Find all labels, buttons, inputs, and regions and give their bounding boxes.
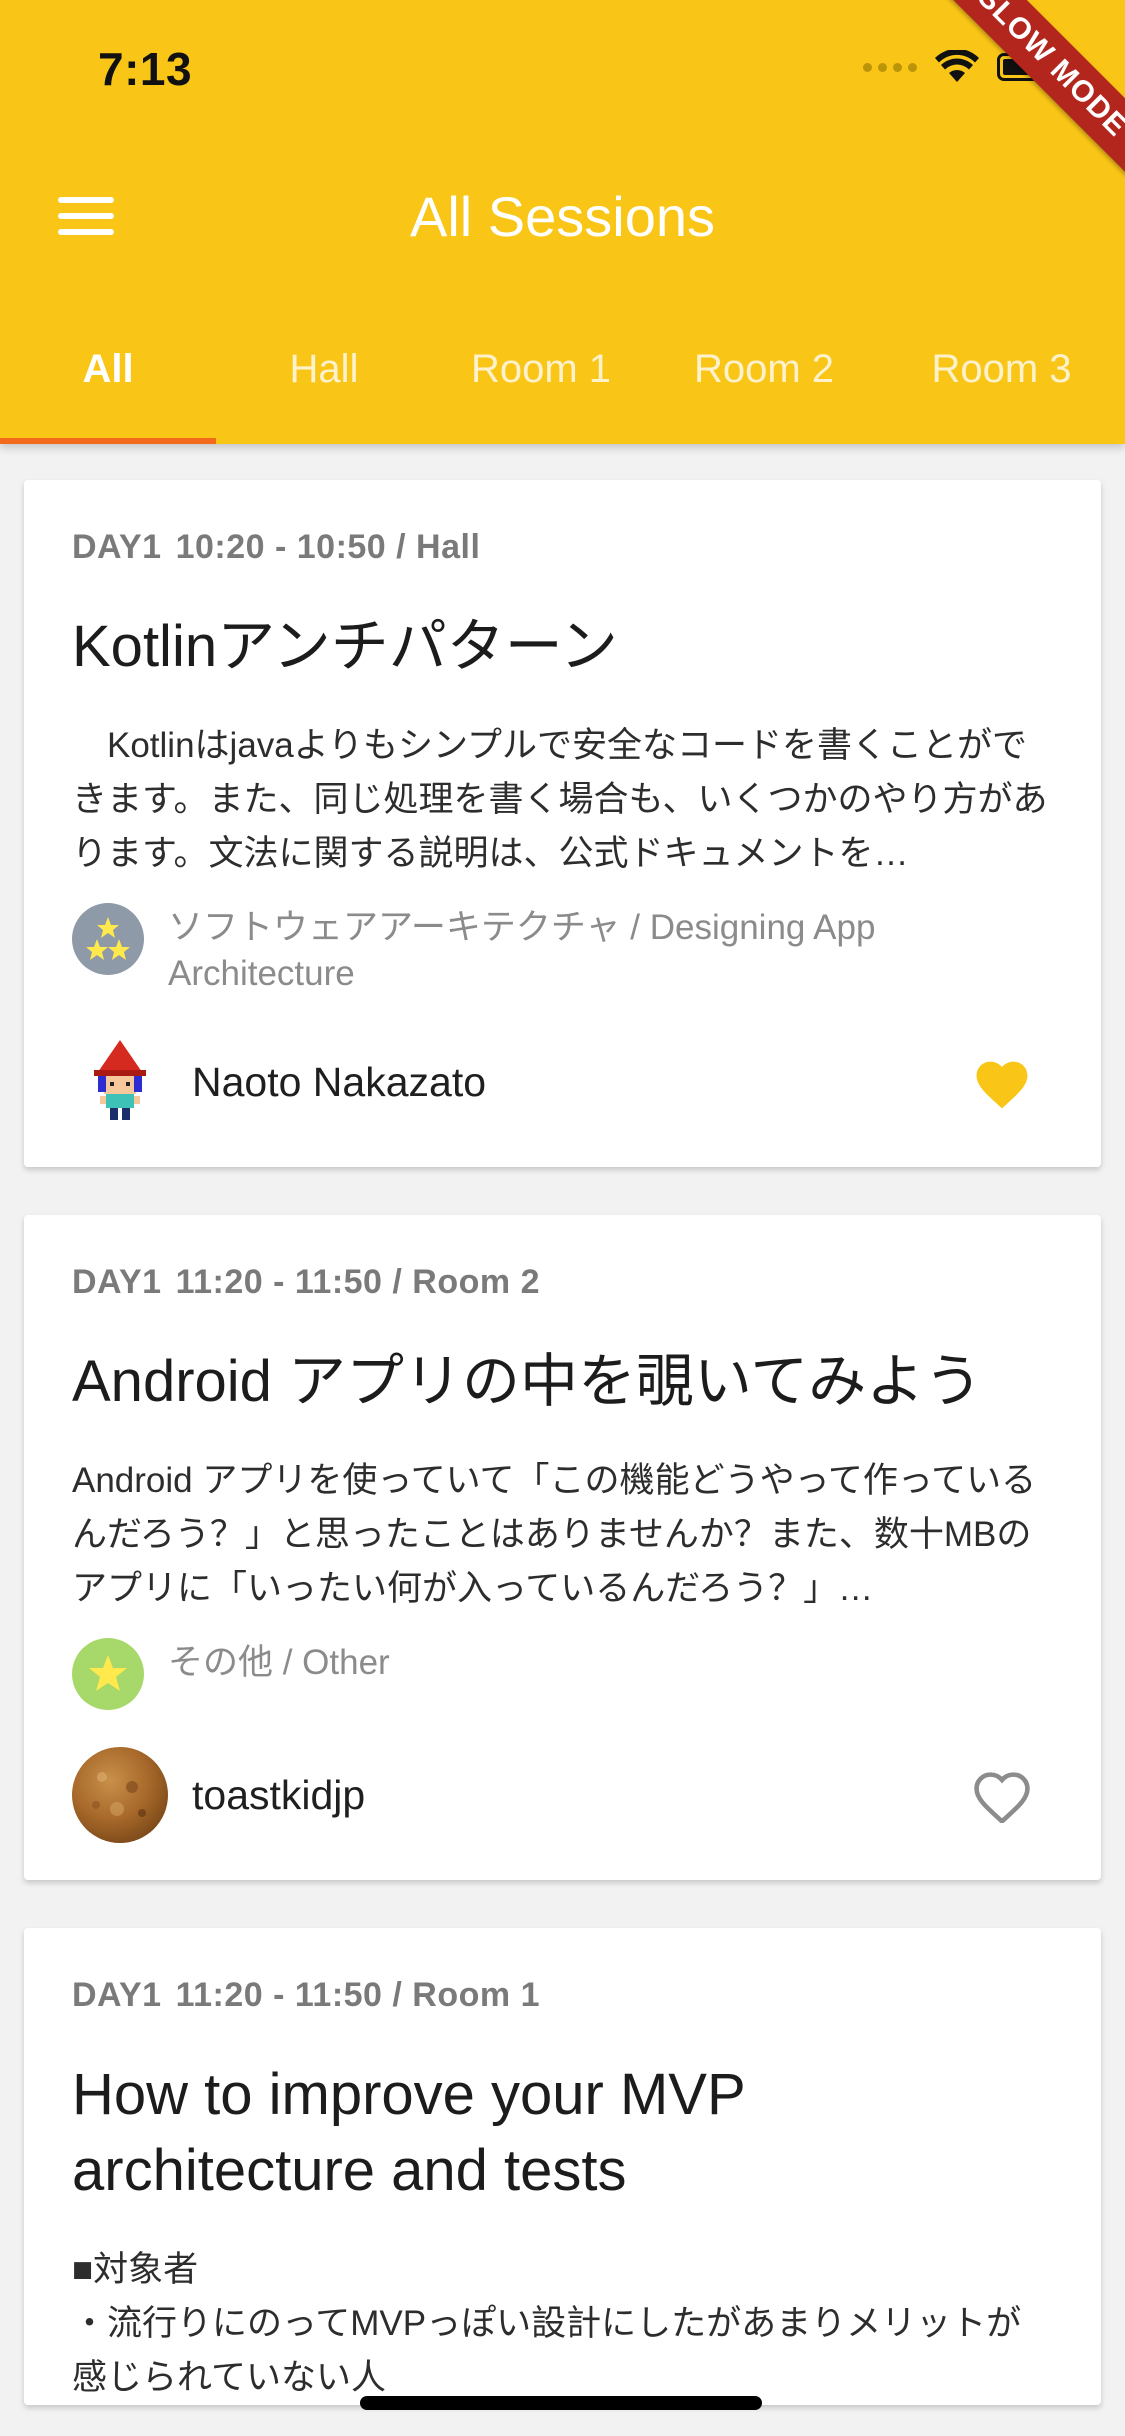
cellular-signal-icon	[863, 62, 917, 72]
heart-outline-icon	[974, 1772, 1030, 1823]
session-description: Kotlinはjavaよりもシンプルで安全なコードを書くことができます。また、同…	[72, 726, 1048, 873]
session-meta: DAY1 11:20 - 11:50 / Room 2	[72, 1263, 1053, 1302]
category-label: その他 / Other	[168, 1643, 390, 1682]
session-title: Kotlinアンチパターン	[72, 614, 618, 679]
session-time-room: 10:20 - 10:50 / Hall	[175, 528, 481, 566]
slow-mode-banner: SLOW MODE	[931, 0, 1125, 183]
session-meta: DAY1 11:20 - 11:50 / Room 1	[72, 1976, 1053, 2015]
two-stars-icon	[72, 903, 144, 975]
page-title: All Sessions	[409, 185, 716, 248]
avatar	[72, 1747, 168, 1843]
session-card[interactable]: DAY1 10:20 - 10:50 / Hall Kotlinアンチパターン K…	[24, 480, 1101, 1167]
tab-all[interactable]: All	[0, 330, 216, 408]
tab-indicator	[0, 438, 216, 444]
session-description: Android アプリを使っていて「この機能どうやって作っているんだろう？」と思…	[72, 1461, 1037, 1608]
speaker-name: Naoto Nakazato	[192, 1058, 487, 1105]
session-day: DAY1	[72, 1263, 162, 1301]
session-title: Android アプリの中を覗いてみよう	[72, 1349, 983, 1414]
session-day: DAY1	[72, 528, 162, 566]
session-list[interactable]: DAY1 10:20 - 10:50 / Hall Kotlinアンチパターン K…	[24, 480, 1101, 2436]
speaker-row: toastkidjp	[72, 1710, 1053, 1880]
home-indicator[interactable]	[360, 2396, 762, 2410]
session-time-room: 11:20 - 11:50 / Room 2	[175, 1263, 540, 1301]
tab-room-1[interactable]: Room 1	[432, 330, 650, 408]
category-label: ソフトウェアアーキテクチャ / Designing App Architectu…	[168, 908, 876, 993]
session-title: How to improve your MVP architecture and…	[72, 2062, 745, 2203]
wifi-icon	[935, 50, 979, 82]
room-tabs: All Hall Room 1 Room 2 Room 3	[0, 330, 1125, 444]
star-icon	[72, 1638, 144, 1710]
favorite-button[interactable]	[967, 1760, 1037, 1830]
tab-room-2[interactable]: Room 2	[650, 330, 878, 408]
favorite-button[interactable]	[967, 1047, 1037, 1117]
tab-room-3[interactable]: Room 3	[878, 330, 1125, 408]
heart-filled-icon	[976, 1061, 1028, 1109]
session-time-room: 11:20 - 11:50 / Room 1	[175, 1976, 540, 2014]
app-header: 7:13 SLOW MODE All Sessions All Hall Roo…	[0, 0, 1125, 444]
app-screen: 7:13 SLOW MODE All Sessions All Hall Roo…	[0, 0, 1125, 2436]
session-category: その他 / Other	[72, 1638, 1053, 1710]
status-time: 7:13	[98, 43, 193, 95]
speaker-row: Naoto Nakazato	[72, 997, 1053, 1167]
avatar	[72, 1034, 168, 1130]
speaker-name: toastkidjp	[192, 1771, 366, 1818]
tab-hall[interactable]: Hall	[216, 330, 432, 408]
session-day: DAY1	[72, 1976, 162, 2014]
session-description: ■対象者 ・流行りにのってMVPっぽい設計にしたがあまりメリットが感じられていな…	[72, 2250, 1022, 2397]
session-meta: DAY1 10:20 - 10:50 / Hall	[72, 528, 1053, 567]
session-category: ソフトウェアアーキテクチャ / Designing App Architectu…	[72, 903, 1053, 997]
session-card[interactable]: DAY1 11:20 - 11:50 / Room 2 Android アプリの中…	[24, 1215, 1101, 1880]
session-card[interactable]: DAY1 11:20 - 11:50 / Room 1 How to improv…	[24, 1928, 1101, 2405]
